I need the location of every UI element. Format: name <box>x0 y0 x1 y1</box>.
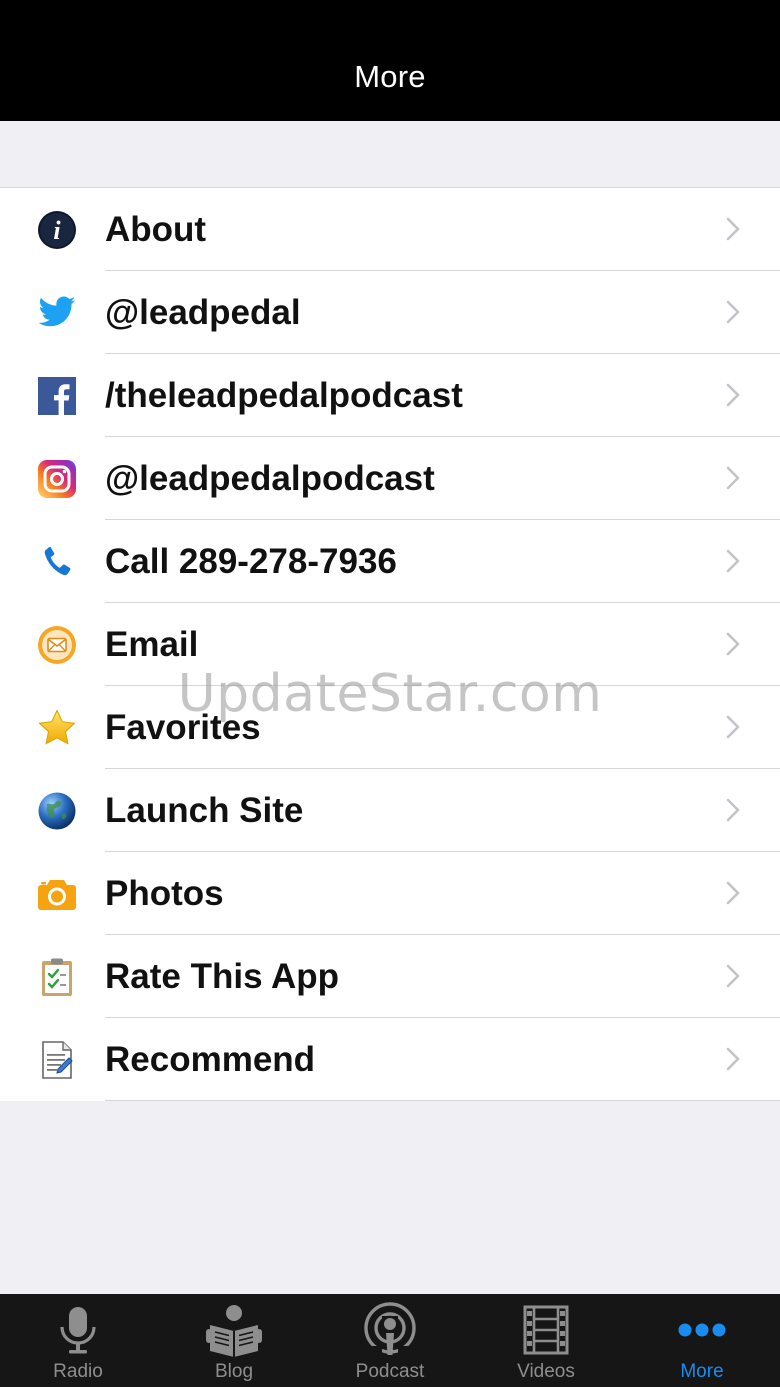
menu-item-label: Favorites <box>105 707 261 747</box>
more-dots-icon <box>672 1300 732 1360</box>
more-menu-list: i About @leadpedal /theleadpedalpodcast <box>0 187 780 1101</box>
chevron-right-icon <box>726 1047 740 1071</box>
chevron-right-icon <box>726 964 740 988</box>
tab-label: Podcast <box>355 1361 425 1382</box>
email-icon <box>37 625 77 665</box>
divider <box>105 1100 780 1101</box>
chevron-right-icon <box>726 715 740 739</box>
tab-label: More <box>680 1361 724 1382</box>
chevron-right-icon <box>726 798 740 822</box>
star-icon <box>37 708 77 748</box>
instagram-icon <box>37 459 77 499</box>
menu-item-label: @leadpedal <box>105 292 301 332</box>
chevron-right-icon <box>726 217 740 241</box>
svg-text:i: i <box>53 216 61 245</box>
phone-icon <box>37 542 77 582</box>
navigation-bar: More <box>0 0 780 121</box>
chevron-right-icon <box>726 632 740 656</box>
facebook-icon <box>37 376 77 416</box>
film-icon <box>516 1300 576 1360</box>
menu-item-launch-site[interactable]: Launch Site <box>0 769 780 852</box>
menu-item-favorites[interactable]: Favorites <box>0 686 780 769</box>
menu-item-about[interactable]: i About <box>0 188 780 271</box>
menu-item-facebook[interactable]: /theleadpedalpodcast <box>0 354 780 437</box>
menu-item-label: @leadpedalpodcast <box>105 458 435 498</box>
tab-bar: Radio Blog Podcast Videos More <box>0 1294 780 1387</box>
tab-podcast[interactable]: Podcast <box>312 1294 468 1387</box>
menu-item-label: Email <box>105 624 199 664</box>
menu-item-label: Recommend <box>105 1039 316 1079</box>
twitter-icon <box>37 293 77 333</box>
page-title: More <box>354 59 426 94</box>
tab-label: Videos <box>517 1361 575 1382</box>
menu-item-label: Photos <box>105 873 224 913</box>
tab-radio[interactable]: Radio <box>0 1294 156 1387</box>
menu-item-instagram[interactable]: @leadpedalpodcast <box>0 437 780 520</box>
reader-icon <box>204 1300 264 1360</box>
tab-more[interactable]: More <box>624 1294 780 1387</box>
menu-item-label: Call 289-278-7936 <box>105 541 397 581</box>
tab-blog[interactable]: Blog <box>156 1294 312 1387</box>
document-edit-icon <box>37 1040 77 1080</box>
menu-item-label: Rate This App <box>105 956 339 996</box>
clipboard-icon <box>37 957 77 997</box>
globe-icon <box>37 791 77 831</box>
chevron-right-icon <box>726 300 740 324</box>
camera-icon <box>37 874 77 914</box>
chevron-right-icon <box>726 466 740 490</box>
menu-item-label: Launch Site <box>105 790 304 830</box>
menu-item-photos[interactable]: Photos <box>0 852 780 935</box>
menu-item-call[interactable]: Call 289-278-7936 <box>0 520 780 603</box>
menu-item-twitter[interactable]: @leadpedal <box>0 271 780 354</box>
tab-label: Radio <box>53 1361 103 1382</box>
menu-item-label: /theleadpedalpodcast <box>105 375 463 415</box>
podcast-icon <box>360 1300 420 1360</box>
chevron-right-icon <box>726 383 740 407</box>
chevron-right-icon <box>726 881 740 905</box>
tab-videos[interactable]: Videos <box>468 1294 624 1387</box>
menu-item-recommend[interactable]: Recommend <box>0 1018 780 1101</box>
info-icon: i <box>37 210 77 250</box>
menu-item-email[interactable]: Email <box>0 603 780 686</box>
chevron-right-icon <box>726 549 740 573</box>
microphone-icon <box>48 1300 108 1360</box>
menu-item-label: About <box>105 209 207 249</box>
tab-label: Blog <box>214 1361 254 1382</box>
menu-item-rate-app[interactable]: Rate This App <box>0 935 780 1018</box>
